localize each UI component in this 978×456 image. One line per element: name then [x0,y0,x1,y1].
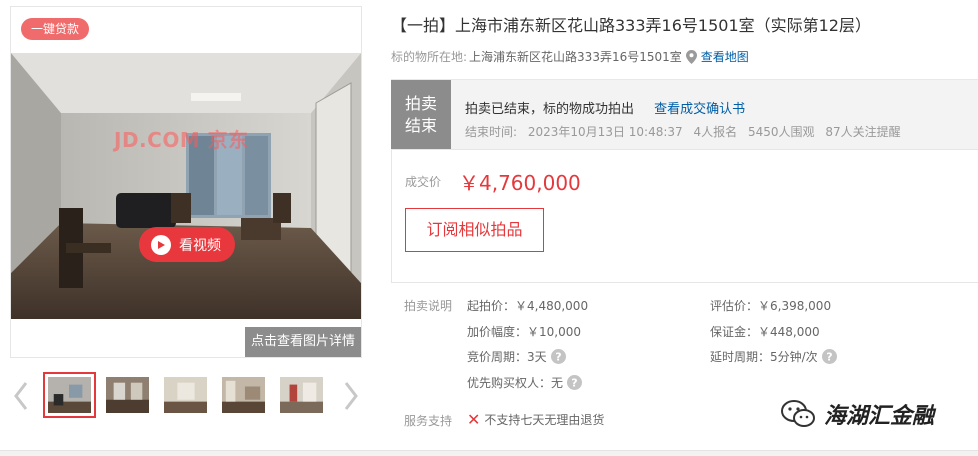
appraisal-price: 评估价：￥6,398,000 [710,297,831,314]
svg-text:?: ? [826,351,832,364]
deal-price-label: 成交价 [405,175,442,189]
play-icon [151,234,171,255]
signup-count: 4人报名 [693,125,738,139]
status-badge: 拍卖结束 [391,80,451,149]
service-value-text: 不支持七天无理由退货 [484,413,605,427]
appraisal-price-text: 评估价：￥6,398,000 [710,299,832,313]
service-label: 服务支持 [404,414,453,428]
cross-icon: ✕ [467,409,481,429]
rules-label: 拍卖说明 [404,299,453,313]
photo-watermark: JD.COM 京东 [114,128,249,152]
thumbnail[interactable] [159,372,212,418]
auction-status-panel: 拍卖结束 拍卖已结束，标的物成功拍出 查看成交确认书 结束时间: 2023年10… [391,79,978,149]
deal-panel: 成交价 ￥4,760,000 订阅相似拍品 [391,149,978,283]
location-label: 标的物所在地: [391,50,468,64]
svg-text:?: ? [571,377,577,390]
view-photo-details-button[interactable]: 点击查看图片详情 [245,327,361,357]
status-message-row: 拍卖已结束，标的物成功拍出 查看成交确认书 [465,98,745,117]
svg-text:?: ? [555,351,561,364]
bid-period-text: 竞价周期：3天 [467,350,547,364]
end-time: 2023年10月13日 10:48:37 [527,125,683,139]
watch-video-label: 看视频 [179,237,221,254]
chevron-right-icon [344,382,358,410]
deposit: 保证金：￥448,000 [710,323,820,340]
main-photo-panel: 一键贷款 JD.COM 京东 看视频 点击查看图片详情 [10,6,362,358]
bid-increment-text: 加价幅度：￥10,000 [467,325,581,339]
help-icon[interactable]: ? [550,349,566,364]
brand-name: 海湖汇金融 [824,404,935,429]
subscribe-similar-button[interactable]: 订阅相似拍品 [405,208,544,252]
thumbnail[interactable] [43,372,96,418]
listing-location: 标的物所在地: 上海浦东新区花山路333弄16号1501室 查看地图 [391,48,749,65]
thumbnail[interactable] [275,372,328,418]
view-confirmation-link[interactable]: 查看成交确认书 [654,102,745,117]
extension-period-text: 延时周期：5分钟/次 [710,350,818,364]
thumbnail[interactable] [101,372,154,418]
map-pin-icon [685,49,697,64]
priority-buyer: 优先购买权人：无 ? [467,374,583,391]
start-price: 起拍价：￥4,480,000 [467,297,588,314]
follower-count: 87人关注提醒 [825,125,901,139]
bid-period: 竞价周期：3天 ? [467,348,566,365]
status-tag-text: 拍卖结束 [404,94,437,135]
end-time-label: 结束时间: [465,125,518,139]
extension-period: 延时周期：5分钟/次 ? [710,348,837,365]
viewer-count: 5450人围观 [747,125,815,139]
wechat-icon [780,399,816,429]
thumbnail[interactable] [217,372,270,418]
deal-price: ￥4,760,000 [459,171,581,195]
chevron-left-icon [14,382,28,410]
help-icon[interactable]: ? [567,375,583,390]
loan-badge[interactable]: 一键贷款 [21,18,90,40]
main-photo[interactable] [11,53,361,319]
brand-watermark: 海湖汇金融 [780,398,934,430]
thumbnail-next-arrow[interactable] [340,378,362,414]
thumbnail-prev-arrow[interactable] [10,378,32,414]
bid-increment: 加价幅度：￥10,000 [467,323,581,340]
status-message: 拍卖已结束，标的物成功拍出 [465,102,635,117]
view-map-link[interactable]: 查看地图 [701,48,749,65]
status-stats-row: 结束时间: 2023年10月13日 10:48:37 4人报名 5450人围观 … [465,123,908,140]
service-value: ✕ 不支持七天无理由退货 [467,411,604,428]
priority-buyer-text: 优先购买权人：无 [467,376,564,390]
deposit-text: 保证金：￥448,000 [710,325,820,339]
watch-video-button[interactable]: 看视频 [139,227,235,262]
section-divider [0,450,978,456]
thumbnail-strip [43,372,333,418]
listing-title: 【一拍】上海市浦东新区花山路333弄16号1501室（实际第12层） [391,16,871,35]
start-price-text: 起拍价：￥4,480,000 [467,299,589,313]
help-icon[interactable]: ? [821,349,837,364]
location-address: 上海浦东新区花山路333弄16号1501室 [469,50,682,64]
